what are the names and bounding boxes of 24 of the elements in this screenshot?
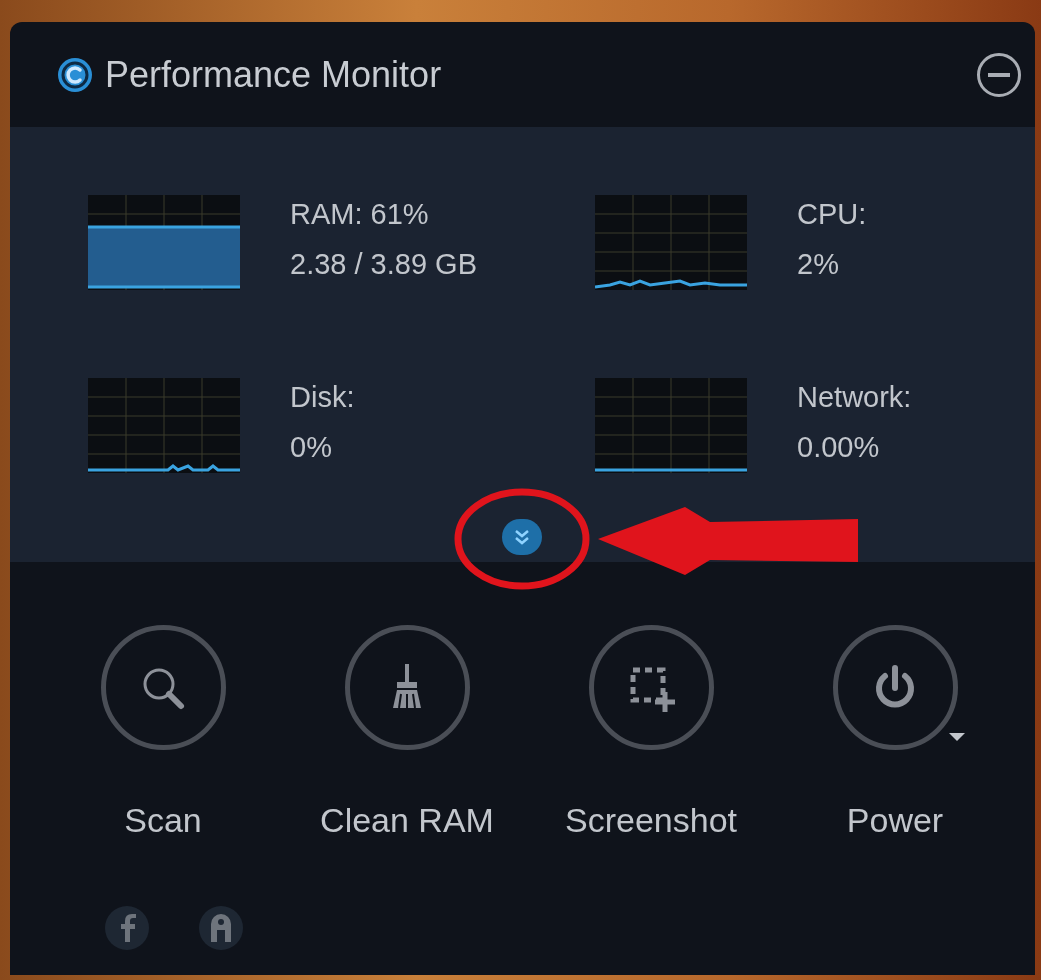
meter-value: 2.38 / 3.89 GB — [290, 247, 477, 282]
action-button[interactable] — [100, 625, 226, 750]
meter-value: 2% — [797, 247, 840, 282]
minimize-button[interactable] — [977, 52, 1021, 97]
meter-label: RAM: 61% — [290, 197, 430, 232]
person-icon[interactable] — [199, 906, 243, 950]
meter-value: 0% — [290, 430, 333, 465]
action-button[interactable] — [832, 625, 958, 750]
action-label: Power — [846, 800, 944, 841]
action-label: Clean RAM — [320, 800, 494, 841]
double-chevron-icon — [513, 528, 531, 546]
expand-button[interactable] — [502, 519, 542, 555]
action-button[interactable] — [588, 625, 714, 750]
meter-label: Network: — [797, 380, 912, 415]
action-label: Scan — [124, 800, 202, 841]
facebook-icon[interactable] — [105, 906, 149, 950]
window-title: Performance Monitor — [105, 52, 442, 97]
dropdown-caret-icon[interactable] — [949, 733, 965, 741]
meter-label: CPU: — [797, 197, 867, 232]
app-logo-icon — [57, 56, 93, 93]
action-label: Screenshot — [565, 800, 737, 841]
meter-label: Disk: — [290, 380, 355, 415]
meter-value: 0.00% — [797, 430, 881, 465]
action-button[interactable] — [344, 625, 470, 750]
